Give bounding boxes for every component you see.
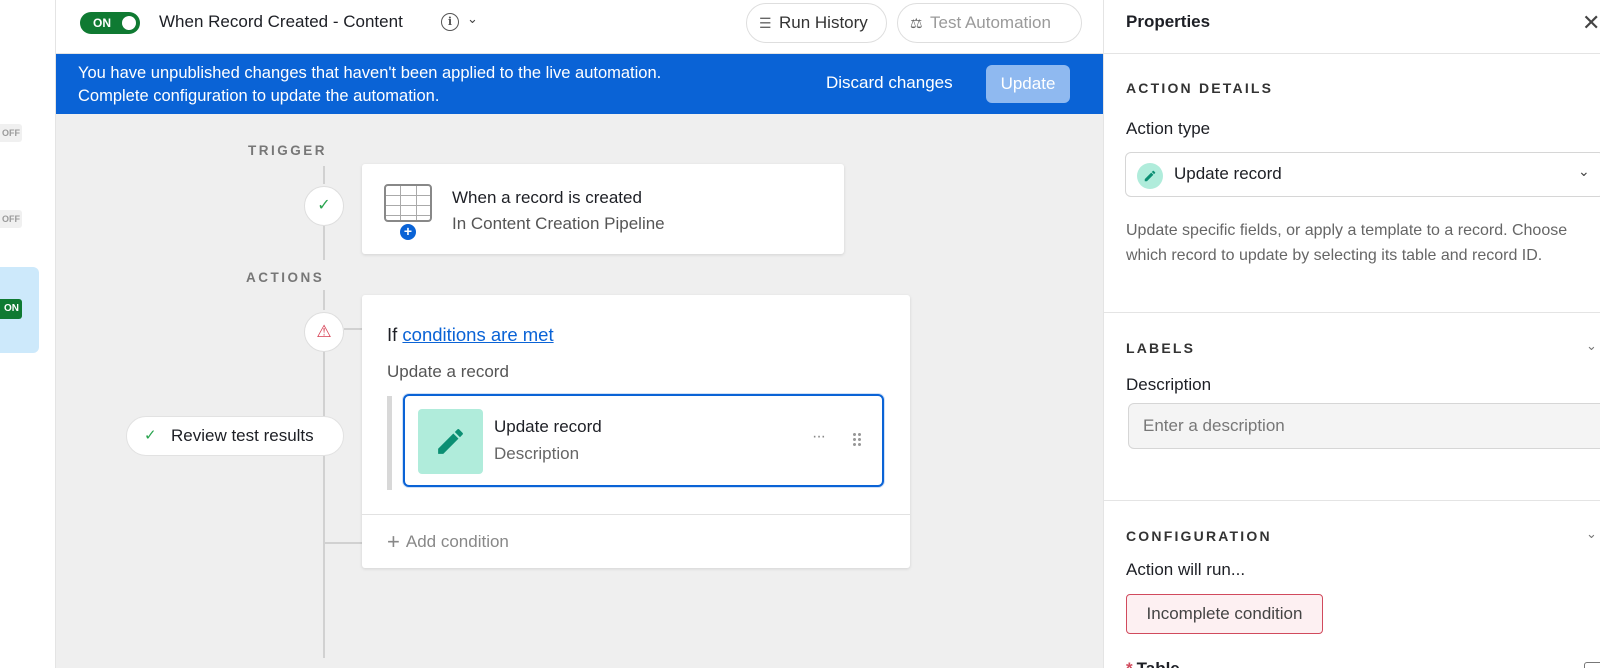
field-control-icon[interactable] <box>1584 662 1600 668</box>
connector-line <box>323 350 325 658</box>
pencil-icon <box>418 409 483 474</box>
required-marker: * <box>1126 659 1133 668</box>
unpublished-changes-banner: You have unpublished changes that haven'… <box>56 54 1103 114</box>
action-type-description: Update specific fields, or apply a templ… <box>1126 222 1568 264</box>
close-icon[interactable]: ✕ <box>1582 10 1600 36</box>
trigger-status-check-icon: ✓ <box>304 186 344 226</box>
group-indent-bar <box>387 396 392 490</box>
automation-canvas: TRIGGER ACTIONS ✓ ⚠ + When a record is c… <box>56 114 1103 668</box>
plus-icon: + <box>387 529 400 554</box>
update-record-action-card[interactable]: Update record Description ··· <box>403 394 884 487</box>
banner-line-1: You have unpublished changes that haven'… <box>78 64 662 82</box>
description-label: Description <box>1126 375 1212 394</box>
connector-line <box>323 226 325 260</box>
info-icon[interactable]: i <box>441 13 459 31</box>
status-badge-off: OFF <box>0 124 22 142</box>
action-details-heading: ACTION DETAILS <box>1126 80 1274 96</box>
automation-toggle[interactable]: ON <box>80 12 140 34</box>
banner-line-2: Complete configuration to update the aut… <box>78 87 440 105</box>
connector-line <box>323 166 325 184</box>
chevron-down-icon[interactable]: ⌄ <box>1586 526 1597 542</box>
connector-line <box>323 290 325 310</box>
chevron-down-icon: ⌄ <box>1578 163 1590 179</box>
test-automation-label: Test Automation <box>930 13 1051 32</box>
conditions-link[interactable]: conditions are met <box>402 324 553 345</box>
automation-header: ON When Record Created - Content i ⌄ ☰ R… <box>56 0 1103 54</box>
action-type-label: Action type <box>1126 119 1211 138</box>
more-options-icon[interactable]: ··· <box>812 428 826 446</box>
automation-list-rail: OFF OFF ON <box>0 0 56 668</box>
automation-title[interactable]: When Record Created - Content <box>159 12 403 32</box>
table-icon <box>384 184 432 222</box>
add-condition-button[interactable]: + Add condition <box>387 529 509 555</box>
conditional-action-card: If conditions are met Update a record Up… <box>362 295 910 568</box>
action-type-select[interactable]: Update record ⌄ <box>1125 152 1600 197</box>
review-label: Review test results <box>171 426 314 445</box>
discard-changes-button[interactable]: Discard changes <box>826 73 953 93</box>
trigger-subtitle: In Content Creation Pipeline <box>452 214 665 233</box>
connector-line <box>324 542 362 544</box>
flask-icon: ⚖ <box>910 15 923 31</box>
condition-prefix: If <box>387 324 398 345</box>
divider <box>1104 500 1600 501</box>
add-condition-label: Add condition <box>405 532 509 551</box>
properties-title: Properties <box>1126 12 1211 31</box>
description-input[interactable]: Enter a description <box>1128 403 1600 449</box>
labels-heading[interactable]: LABELS <box>1126 340 1195 356</box>
properties-header: Properties ✕ <box>1104 0 1600 54</box>
action-will-run-label: Action will run... <box>1126 560 1246 579</box>
plus-circle-icon: + <box>400 224 416 240</box>
action-title: Update record <box>494 417 602 436</box>
chevron-down-icon[interactable]: ⌄ <box>1586 338 1597 354</box>
incomplete-condition-button[interactable]: Incomplete condition <box>1126 594 1323 634</box>
divider <box>1104 312 1600 313</box>
run-history-button[interactable]: ☰ Run History <box>746 3 887 43</box>
trigger-section-label: TRIGGER <box>248 143 328 158</box>
trigger-card[interactable]: + When a record is created In Content Cr… <box>362 164 844 254</box>
test-automation-button[interactable]: ⚖ Test Automation <box>897 3 1082 43</box>
list-icon: ☰ <box>759 15 772 31</box>
review-test-results-button[interactable]: ✓ Review test results <box>126 416 344 456</box>
toggle-knob <box>122 16 136 30</box>
properties-panel: Properties ✕ ACTION DETAILS Action type … <box>1103 0 1600 668</box>
group-label: Update a record <box>387 362 509 381</box>
condition-line: If conditions are met <box>387 324 554 346</box>
drag-handle-icon[interactable] <box>852 432 862 448</box>
pencil-icon <box>1137 163 1163 189</box>
action-warning-icon: ⚠ <box>304 312 344 352</box>
toggle-label: ON <box>93 16 111 30</box>
connector-line <box>344 328 362 330</box>
table-field-label: * Table <box>1126 659 1180 668</box>
divider <box>362 514 910 515</box>
trigger-title: When a record is created <box>452 188 642 207</box>
status-badge-on: ON <box>0 299 22 319</box>
chevron-down-icon[interactable]: ⌄ <box>467 11 478 27</box>
run-history-label: Run History <box>779 13 868 32</box>
action-subtitle: Description <box>494 444 580 463</box>
status-badge-off: OFF <box>0 210 22 228</box>
update-button[interactable]: Update <box>986 65 1070 103</box>
actions-section-label: ACTIONS <box>246 270 325 285</box>
configuration-heading[interactable]: CONFIGURATION <box>1126 528 1272 544</box>
table-label: Table <box>1137 659 1180 668</box>
action-type-value: Update record <box>1174 164 1282 183</box>
check-icon: ✓ <box>144 427 157 444</box>
banner-message: You have unpublished changes that haven'… <box>78 62 661 108</box>
